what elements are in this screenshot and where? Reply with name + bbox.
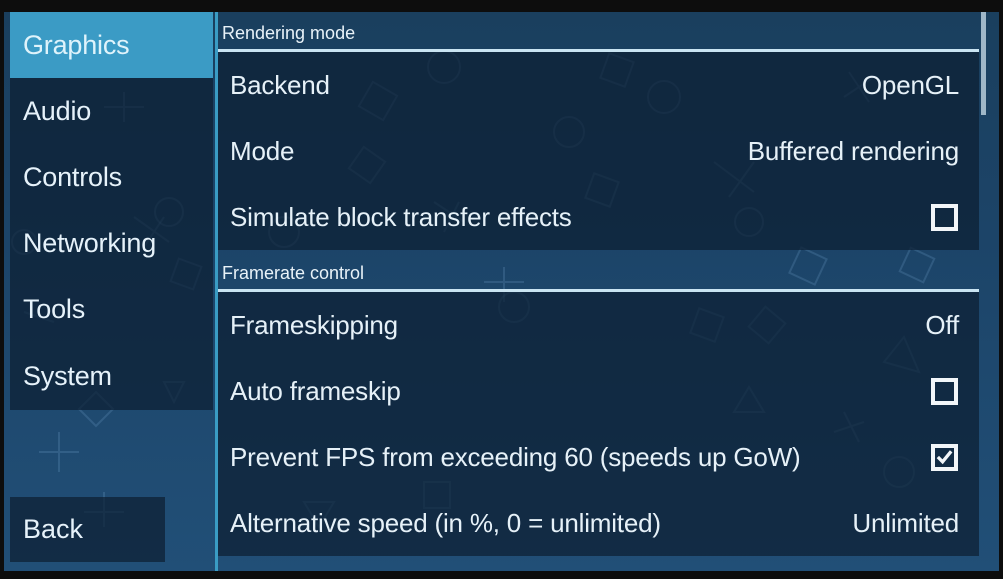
group-framerate-control: Framerate control Frameskipping Off Auto… [218, 252, 979, 556]
checkbox-checked[interactable] [931, 443, 958, 471]
section-header: Framerate control [218, 252, 979, 292]
section-header-label: Framerate control [222, 263, 365, 283]
section-body: Frameskipping Off Auto frameskip Prevent… [218, 292, 979, 556]
setting-row-frameskipping[interactable]: Frameskipping Off [218, 292, 979, 358]
section-divider [218, 289, 979, 292]
scrollbar-thumb[interactable] [981, 12, 986, 115]
setting-value: OpenGL [861, 69, 959, 100]
section-header-label: Rendering mode [222, 23, 356, 43]
setting-row-simulate-block-transfer[interactable]: Simulate block transfer effects [218, 184, 979, 250]
setting-row-prevent-fps[interactable]: Prevent FPS from exceeding 60 (speeds up… [218, 424, 979, 490]
checkmark-icon [936, 450, 953, 465]
sidebar-item-system[interactable]: System [10, 343, 213, 409]
setting-label: Prevent FPS from exceeding 60 (speeds up… [230, 441, 801, 472]
setting-label: Simulate block transfer effects [230, 201, 572, 232]
setting-value: Off [925, 309, 959, 340]
sidebar-item-graphics[interactable]: Graphics [10, 12, 213, 78]
setting-label: Frameskipping [230, 309, 398, 340]
setting-row-auto-frameskip[interactable]: Auto frameskip [218, 358, 979, 424]
settings-screen: Graphics Audio Controls Networking Tools… [4, 12, 999, 571]
checkbox-unchecked[interactable] [931, 203, 958, 231]
settings-content: Rendering mode Backend OpenGL Mode Buffe… [218, 12, 979, 571]
setting-label: Auto frameskip [230, 375, 401, 406]
group-rendering-mode: Rendering mode Backend OpenGL Mode Buffe… [218, 12, 979, 250]
setting-row-backend[interactable]: Backend OpenGL [218, 52, 979, 118]
sidebar-item-controls[interactable]: Controls [10, 144, 213, 210]
setting-value: Unlimited [852, 507, 959, 538]
section-body: Backend OpenGL Mode Buffered rendering S… [218, 52, 979, 250]
setting-value: Buffered rendering [747, 135, 959, 166]
setting-row-mode[interactable]: Mode Buffered rendering [218, 118, 979, 184]
setting-label: Mode [230, 135, 295, 166]
sidebar-item-networking[interactable]: Networking [10, 210, 213, 276]
sidebar-item-tools[interactable]: Tools [10, 276, 213, 342]
back-button[interactable]: Back [10, 497, 165, 562]
setting-label: Alternative speed (in %, 0 = unlimited) [230, 507, 661, 538]
checkbox-unchecked[interactable] [931, 377, 958, 405]
section-header: Rendering mode [218, 12, 979, 52]
sidebar-item-audio[interactable]: Audio [10, 78, 213, 144]
section-divider [218, 49, 979, 52]
setting-row-alternative-speed[interactable]: Alternative speed (in %, 0 = unlimited) … [218, 490, 979, 556]
setting-label: Backend [230, 69, 330, 100]
